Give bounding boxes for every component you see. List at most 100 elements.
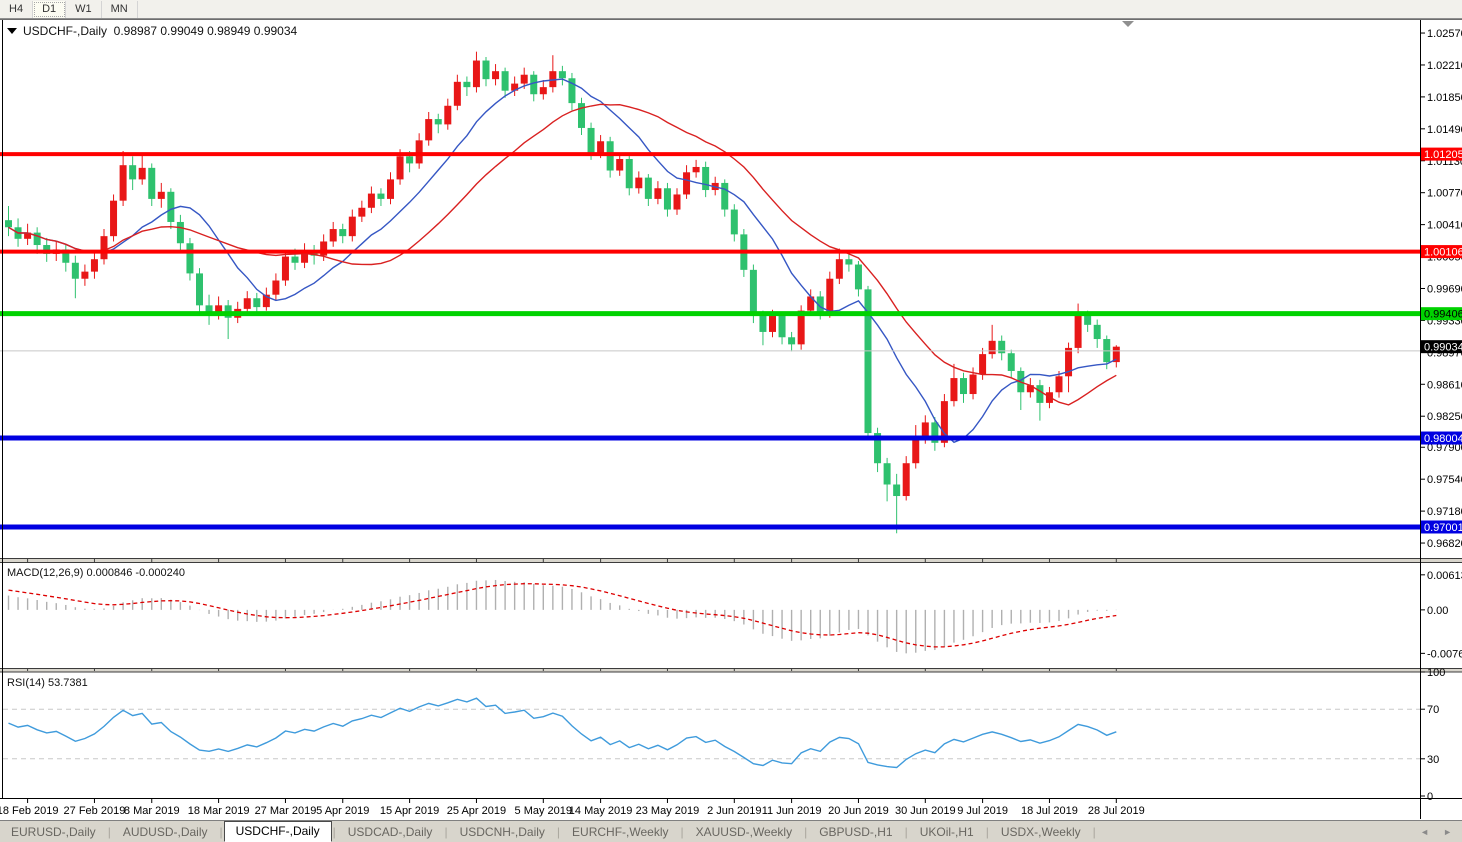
bear-candle-body xyxy=(502,71,509,91)
bull-candle-body xyxy=(387,179,394,199)
bull-candle-body xyxy=(81,272,88,279)
bull-candle-body xyxy=(654,188,661,199)
bull-candle-body xyxy=(521,75,528,84)
bear-candle-body xyxy=(779,316,786,337)
bull-candle-body xyxy=(1075,316,1082,348)
current-price-badge-text: 0.99034 xyxy=(1424,342,1462,354)
date-label: 15 Apr 2019 xyxy=(380,805,439,817)
price-tick-label: 0.96820 xyxy=(1427,538,1462,550)
price-tick-label: 1.00770 xyxy=(1427,188,1462,200)
ma-fast-line xyxy=(9,79,1117,442)
bear-candle-body xyxy=(884,463,891,484)
rsi-indicator-label: RSI(14) 53.7381 xyxy=(7,677,88,689)
price-level-badge-text: 0.99406 xyxy=(1424,309,1462,321)
symbol-dropdown-icon[interactable] xyxy=(7,28,17,34)
macd-tick-label: -0.007612 xyxy=(1427,648,1462,660)
bull-candle-body xyxy=(540,87,547,94)
chart-tab-audusd-daily[interactable]: AUDUSD-,Daily xyxy=(112,823,219,841)
bear-candle-body xyxy=(588,128,595,153)
macd-indicator-values: 0.000846 -0.000240 xyxy=(86,567,184,579)
chart-tab-bar: EURUSD-,Daily|AUDUSD-,Daily|USDCHF-,Dail… xyxy=(0,820,1462,842)
price-level-badge-text: 1.01205 xyxy=(1424,149,1462,161)
chart-tab-eurusd-daily[interactable]: EURUSD-,Daily xyxy=(0,823,107,841)
date-label: 18 Feb 2019 xyxy=(0,805,58,817)
bear-candle-body xyxy=(292,257,299,263)
chart-tab-usdchf-daily[interactable]: USDCHF-,Daily xyxy=(224,821,332,842)
bear-candle-body xyxy=(5,220,12,227)
chart-tab-gbpusd-h1[interactable]: GBPUSD-,H1 xyxy=(808,823,903,841)
chart-tab-usdcnh-daily[interactable]: USDCNH-,Daily xyxy=(449,823,556,841)
bear-candle-body xyxy=(530,75,537,95)
bull-candle-body xyxy=(91,259,98,271)
date-label: 27 Feb 2019 xyxy=(64,805,126,817)
bull-candle-body xyxy=(282,257,289,281)
bear-candle-body xyxy=(865,289,872,433)
bear-candle-body xyxy=(1094,325,1101,339)
bear-candle-body xyxy=(664,188,671,209)
ma-slow-line xyxy=(9,104,1117,405)
bull-candle-body xyxy=(454,82,461,106)
bull-candle-body xyxy=(397,156,404,179)
rsi-indicator-value: 53.7381 xyxy=(48,677,88,689)
candles-layer xyxy=(5,52,1120,534)
chart-shift-marker-icon[interactable] xyxy=(1122,21,1134,27)
date-label: 25 Apr 2019 xyxy=(447,805,506,817)
bull-candle-body xyxy=(272,281,279,295)
tab-scroll-right-icon[interactable]: ► xyxy=(1443,827,1452,837)
bull-candle-body xyxy=(1056,376,1063,392)
bull-candle-body xyxy=(120,165,127,200)
chart-tab-usdcad-daily[interactable]: USDCAD-,Daily xyxy=(337,823,444,841)
date-label: 30 Jun 2019 xyxy=(895,805,956,817)
chart-ohlc-values: 0.98987 0.99049 0.98949 0.99034 xyxy=(114,24,298,38)
chart-title: USDCHF-,Daily 0.98987 0.99049 0.98949 0.… xyxy=(7,24,297,38)
chart-symbol-period: USDCHF-,Daily xyxy=(23,24,107,38)
price-tick-label: 1.02210 xyxy=(1427,60,1462,72)
bear-candle-body xyxy=(177,222,184,243)
bull-candle-body xyxy=(616,159,623,171)
bull-candle-body xyxy=(473,61,480,88)
bull-candle-body xyxy=(492,71,499,79)
chart-tab-eurchf-weekly[interactable]: EURCHF-,Weekly xyxy=(561,823,679,841)
bull-candle-body xyxy=(330,229,337,241)
price-tick-label: 0.99690 xyxy=(1427,283,1462,295)
bull-candle-body xyxy=(674,194,681,209)
chart-tab-xauusd-weekly[interactable]: XAUUSD-,Weekly xyxy=(685,823,803,841)
bear-candle-body xyxy=(186,243,193,273)
bear-candle-body xyxy=(788,337,795,344)
tab-scroll-left-icon[interactable]: ◄ xyxy=(1420,827,1429,837)
bear-candle-body xyxy=(339,229,346,236)
bear-candle-body xyxy=(578,103,585,128)
bear-candle-body xyxy=(626,159,633,188)
bear-candle-body xyxy=(435,119,442,124)
bear-candle-body xyxy=(148,168,155,199)
bear-candle-body xyxy=(845,259,852,264)
price-tick-label: 0.97540 xyxy=(1427,474,1462,486)
price-tick-label: 1.02570 xyxy=(1427,28,1462,40)
macd-tick-label: 0.00613 xyxy=(1427,570,1462,582)
date-label: 18 Jul 2019 xyxy=(1021,805,1078,817)
macd-indicator-label: MACD(12,26,9) 0.000846 -0.000240 xyxy=(7,567,185,579)
chart-tab-usdx-weekly[interactable]: USDX-,Weekly xyxy=(990,823,1092,841)
price-tick-label: 1.00410 xyxy=(1427,220,1462,232)
bear-candle-body xyxy=(559,71,566,78)
date-label: 18 Mar 2019 xyxy=(188,805,250,817)
date-label: 28 Jul 2019 xyxy=(1088,805,1145,817)
bull-candle-body xyxy=(349,217,356,237)
bear-candle-body xyxy=(855,265,862,290)
date-label: 11 Jun 2019 xyxy=(762,805,822,817)
chart-canvas[interactable]: 1.025701.022101.018501.014901.011301.007… xyxy=(0,0,1462,842)
bull-candle-body xyxy=(358,208,365,217)
bull-candle-body xyxy=(826,279,833,313)
macd-tick-label: 0.00 xyxy=(1427,605,1448,617)
price-tick-label: 0.98250 xyxy=(1427,411,1462,423)
bear-candle-body xyxy=(1084,316,1091,325)
chart-tab-ukoil-h1[interactable]: UKOil-,H1 xyxy=(909,823,985,841)
bear-candle-body xyxy=(998,341,1005,353)
bear-candle-body xyxy=(129,165,136,179)
bear-candle-body xyxy=(483,61,490,80)
bear-candle-body xyxy=(759,316,766,332)
bull-candle-body xyxy=(244,298,251,309)
date-label: 20 Jun 2019 xyxy=(828,805,889,817)
tab-separator: | xyxy=(1092,825,1097,839)
rsi-tick-label: 0 xyxy=(1427,791,1433,803)
